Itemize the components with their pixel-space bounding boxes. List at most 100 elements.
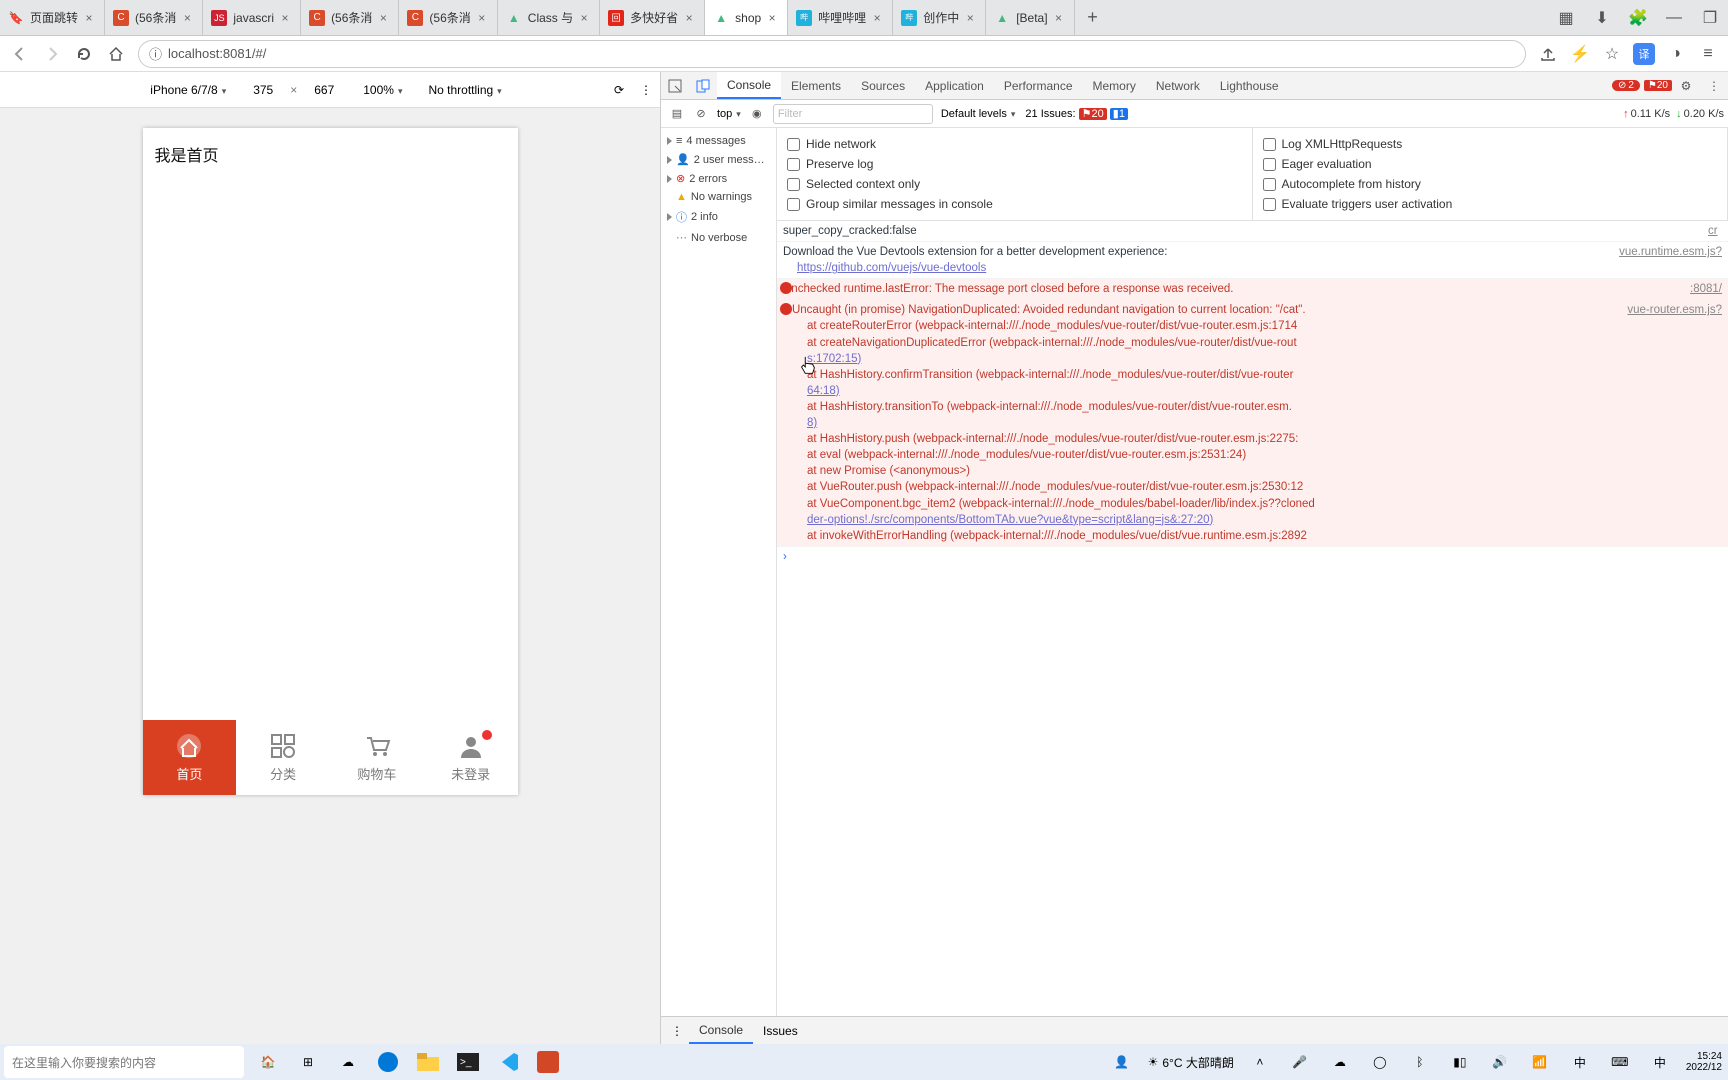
tab-0[interactable]: 🔖页面跳转×	[0, 0, 105, 35]
rotate-icon[interactable]: ⟳	[614, 83, 624, 97]
sidebar-toggle-icon[interactable]: ▤	[665, 107, 689, 120]
close-icon[interactable]: ×	[376, 11, 390, 25]
new-tab-button[interactable]: +	[1075, 0, 1111, 35]
triggers-activation-checkbox[interactable]: Evaluate triggers user activation	[1253, 194, 1728, 214]
source-link[interactable]: :8081/	[1704, 281, 1722, 297]
clock[interactable]: 15:242022/12	[1680, 1051, 1728, 1073]
autocomplete-checkbox[interactable]: Autocomplete from history	[1253, 174, 1728, 194]
minimize-icon[interactable]: —	[1656, 9, 1692, 27]
tab-application[interactable]: Application	[915, 72, 994, 99]
drawer-tab-issues[interactable]: Issues	[753, 1017, 808, 1044]
extension-icon[interactable]: ◑	[1660, 38, 1692, 70]
source-link[interactable]: vue.runtime.esm.js?	[1633, 244, 1722, 260]
settings-icon[interactable]: ⚙	[1672, 79, 1700, 93]
extensions-icon[interactable]: 🧩	[1620, 8, 1656, 28]
more-icon[interactable]: ⋮	[1700, 79, 1728, 93]
tab-7[interactable]: ▲shop×	[705, 0, 788, 35]
tab-3[interactable]: C(56条消×	[301, 0, 399, 35]
close-icon[interactable]: ×	[963, 11, 977, 25]
close-icon[interactable]: ×	[765, 11, 779, 25]
drawer-tab-console[interactable]: Console	[689, 1017, 753, 1044]
tab-5[interactable]: ▲Class 与×	[498, 0, 600, 35]
tab-console[interactable]: Console	[717, 72, 781, 99]
sidebar-all[interactable]: ≡ 4 messages	[661, 132, 776, 150]
reload-button[interactable]	[68, 38, 100, 70]
ime-icon[interactable]: 中	[1560, 1044, 1600, 1080]
console-prompt[interactable]: ›	[777, 547, 1728, 567]
filter-input[interactable]: Filter	[773, 104, 933, 124]
drawer-menu-icon[interactable]: ⋮	[665, 1024, 689, 1038]
link[interactable]: https://github.com/vuejs/vue-devtools	[797, 262, 986, 274]
tab-2[interactable]: JSjavascri×	[203, 0, 301, 35]
selected-context-checkbox[interactable]: Selected context only	[777, 174, 1252, 194]
ime2-icon[interactable]: ⌨	[1600, 1044, 1640, 1080]
tab-6[interactable]: 回多快好省×	[600, 0, 705, 35]
log-entry[interactable]: crsuper_copy_cracked:false	[777, 221, 1728, 242]
volume-icon[interactable]: 🔊	[1480, 1044, 1520, 1080]
tab-category[interactable]: 分类	[236, 720, 330, 795]
tray-chevron-icon[interactable]: ˄	[1240, 1044, 1280, 1080]
tab-home[interactable]: 首页	[143, 720, 237, 795]
console-log-area[interactable]: crsuper_copy_cracked:false vue.runtime.e…	[777, 221, 1728, 1016]
mic-icon[interactable]: 🎤	[1280, 1044, 1320, 1080]
edge-icon[interactable]	[368, 1044, 408, 1080]
close-icon[interactable]: ×	[577, 11, 591, 25]
onedrive-icon[interactable]: ☁	[1320, 1044, 1360, 1080]
share-icon[interactable]	[1532, 38, 1564, 70]
battery-icon[interactable]: ▮▯	[1440, 1044, 1480, 1080]
preserve-log-checkbox[interactable]: Preserve log	[777, 154, 1252, 174]
tab-lighthouse[interactable]: Lighthouse	[1210, 72, 1289, 99]
context-select[interactable]: top	[713, 108, 745, 120]
forward-button[interactable]	[36, 38, 68, 70]
levels-select[interactable]: Default levels	[937, 108, 1020, 120]
warning-flag[interactable]: ⚑20	[1644, 80, 1672, 91]
log-error-entry[interactable]: vue-router.esm.js? ▸ Uncaught (in promis…	[777, 300, 1728, 546]
vscode-icon[interactable]	[488, 1044, 528, 1080]
tab-10[interactable]: ▲[Beta]×	[986, 0, 1074, 35]
issues-link[interactable]: 21 Issues: ⚑20 ▮1	[1025, 107, 1128, 120]
explorer-icon[interactable]	[408, 1044, 448, 1080]
close-icon[interactable]: ×	[475, 11, 489, 25]
eager-eval-checkbox[interactable]: Eager evaluation	[1253, 154, 1728, 174]
sidebar-user[interactable]: 👤 2 user mess…	[661, 150, 776, 169]
cortana-icon[interactable]: 🏠	[248, 1044, 288, 1080]
security-icon[interactable]: ◯	[1360, 1044, 1400, 1080]
close-icon[interactable]: ×	[278, 11, 292, 25]
inspect-icon[interactable]	[661, 79, 689, 93]
error-count-badge[interactable]: ⊘2	[1612, 80, 1640, 91]
close-icon[interactable]: ×	[1052, 11, 1066, 25]
tab-performance[interactable]: Performance	[994, 72, 1083, 99]
group-similar-checkbox[interactable]: Group similar messages in console	[777, 194, 1252, 214]
tab-grid-icon[interactable]: ▦	[1548, 8, 1584, 28]
log-error-entry[interactable]: :8081/Unchecked runtime.lastError: The m…	[777, 279, 1728, 300]
tab-login[interactable]: 未登录	[424, 720, 518, 795]
tab-cart[interactable]: 购物车	[330, 720, 424, 795]
restore-icon[interactable]: ❐	[1692, 8, 1728, 28]
home-button[interactable]	[100, 38, 132, 70]
zoom-select[interactable]: 100%	[359, 83, 414, 97]
close-icon[interactable]: ×	[82, 11, 96, 25]
downloads-icon[interactable]: ⬇	[1584, 8, 1620, 28]
sidebar-errors[interactable]: ⊗ 2 errors	[661, 169, 776, 188]
weather-widget[interactable]: ☀ 6°C 大部晴朗	[1142, 1054, 1240, 1071]
more-icon[interactable]: ⋮	[640, 83, 652, 97]
tab-1[interactable]: C(56条消×	[105, 0, 203, 35]
device-select[interactable]: iPhone 6/7/8	[146, 83, 238, 97]
url-input[interactable]: ⓘ localhost:8081/#/	[138, 40, 1526, 68]
tab-memory[interactable]: Memory	[1083, 72, 1146, 99]
log-xhr-checkbox[interactable]: Log XMLHttpRequests	[1253, 134, 1728, 154]
taskview-icon[interactable]: ⊞	[288, 1044, 328, 1080]
close-icon[interactable]: ×	[180, 11, 194, 25]
back-button[interactable]	[4, 38, 36, 70]
sidebar-verbose[interactable]: ⋯ No verbose	[661, 228, 776, 247]
sidebar-warnings[interactable]: ▲ No warnings	[661, 188, 776, 206]
hide-network-checkbox[interactable]: Hide network	[777, 134, 1252, 154]
bookmark-icon[interactable]: ☆	[1596, 38, 1628, 70]
device-mode-icon[interactable]	[689, 79, 717, 93]
ime3-icon[interactable]: 中	[1640, 1044, 1680, 1080]
tab-sources[interactable]: Sources	[851, 72, 915, 99]
people-icon[interactable]: 👤	[1102, 1044, 1142, 1080]
wifi-icon[interactable]: 📶	[1520, 1044, 1560, 1080]
source-link[interactable]: vue-router.esm.js?	[1641, 302, 1722, 318]
bolt-icon[interactable]: ⚡	[1564, 38, 1596, 70]
